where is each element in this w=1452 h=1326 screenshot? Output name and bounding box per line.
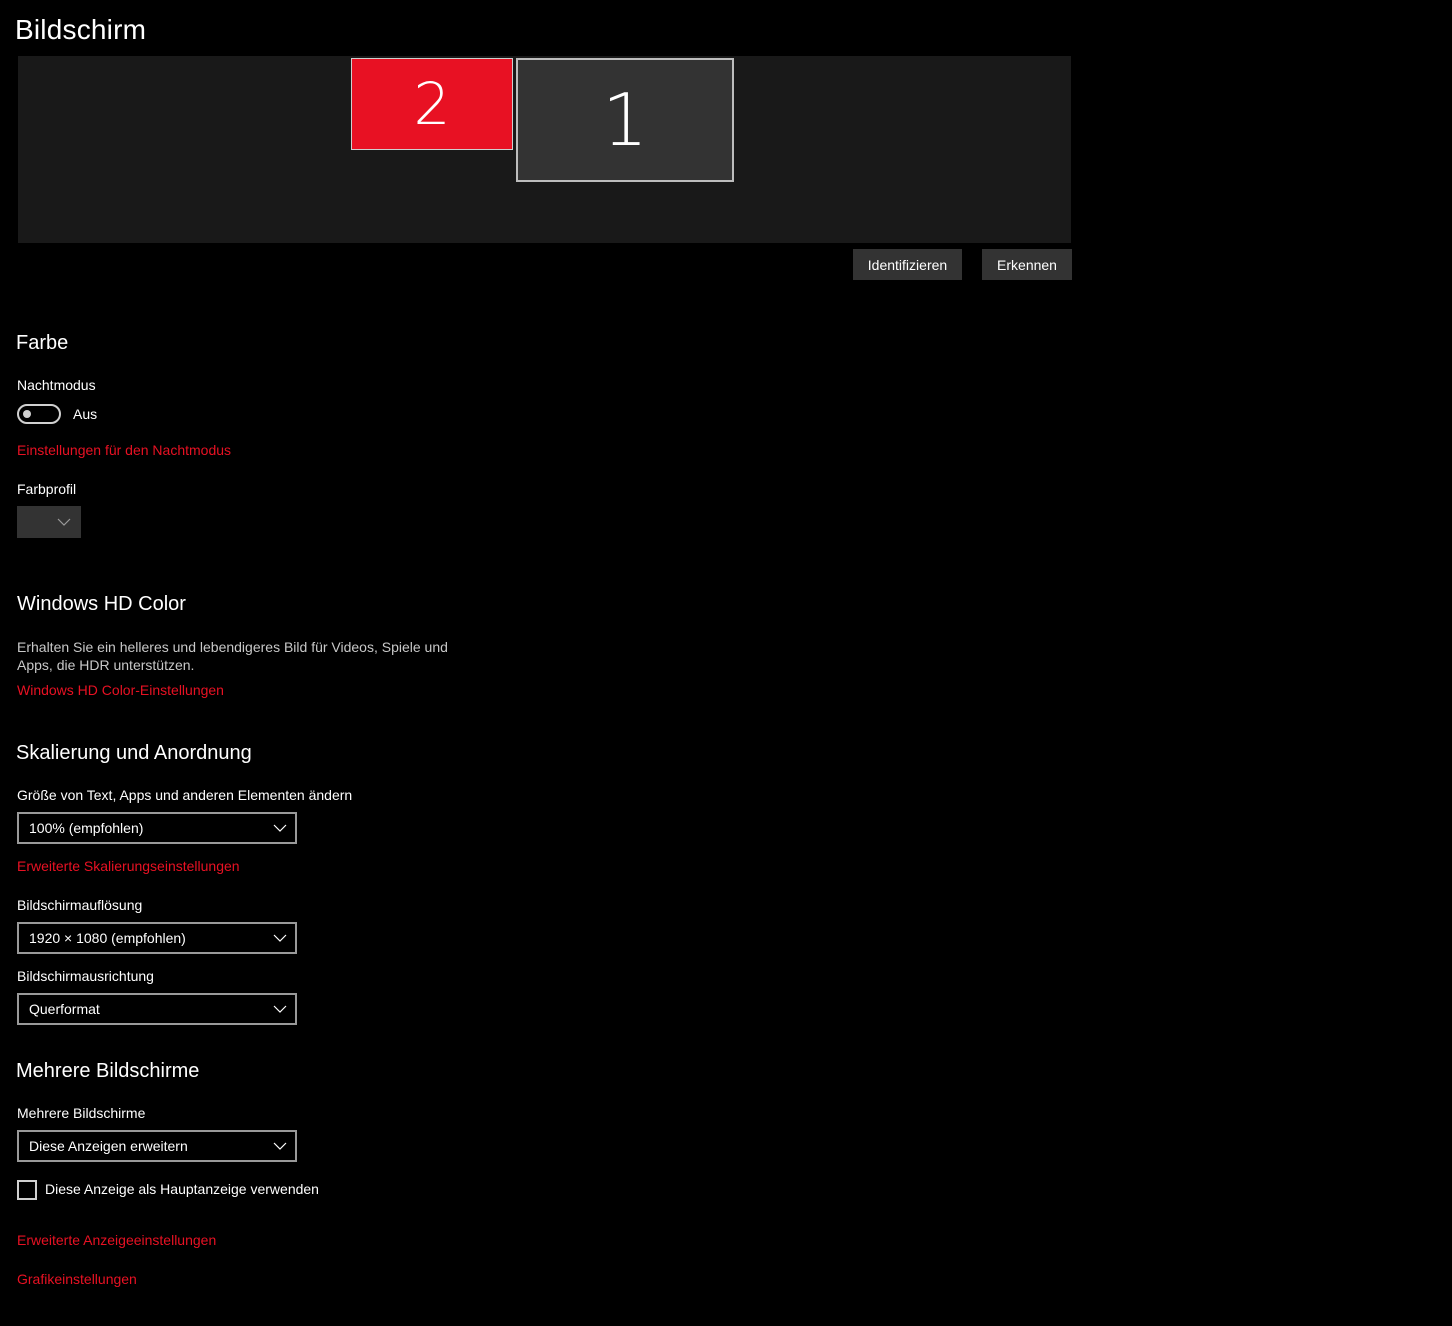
chevron-down-icon (273, 1142, 287, 1150)
main-display-checkbox-label[interactable]: Diese Anzeige als Hauptanzeige verwenden (45, 1181, 319, 1197)
graphics-settings-link[interactable]: Grafikeinstellungen (17, 1271, 137, 1287)
multiple-displays-section-title: Mehrere Bildschirme (16, 1060, 200, 1082)
monitor-2-number: 2 (413, 70, 451, 138)
color-section-title: Farbe (16, 332, 69, 354)
color-profile-dropdown[interactable] (17, 506, 81, 538)
hd-color-settings-link[interactable]: Windows HD Color-Einstellungen (17, 682, 224, 698)
color-profile-label: Farbprofil (17, 481, 77, 497)
hd-color-description: Erhalten Sie ein helleres und lebendiger… (17, 639, 448, 673)
identify-button[interactable]: Identifizieren (853, 249, 962, 280)
hd-color-section-title: Windows HD Color (17, 593, 186, 615)
night-mode-settings-link[interactable]: Einstellungen für den Nachtmodus (17, 442, 231, 458)
resolution-value: 1920 × 1080 (empfohlen) (29, 930, 186, 946)
multiple-displays-value: Diese Anzeigen erweitern (29, 1138, 188, 1154)
chevron-down-icon (57, 518, 71, 526)
scale-size-value: 100% (empfohlen) (29, 820, 144, 836)
scale-size-dropdown[interactable]: 100% (empfohlen) (17, 812, 297, 844)
monitor-2-tile[interactable]: 2 (351, 58, 513, 150)
display-settings-page: Bildschirm 2 1 Identifizieren Erkennen F… (0, 0, 1452, 1326)
detect-button[interactable]: Erkennen (982, 249, 1072, 280)
advanced-scaling-link[interactable]: Erweiterte Skalierungseinstellungen (17, 858, 240, 874)
night-mode-state: Aus (73, 406, 98, 422)
monitor-1-tile[interactable]: 1 (516, 58, 734, 182)
page-title: Bildschirm (15, 14, 147, 45)
multiple-displays-dropdown[interactable]: Diese Anzeigen erweitern (17, 1130, 297, 1162)
chevron-down-icon (273, 824, 287, 832)
orientation-value: Querformat (29, 1001, 100, 1017)
scaling-section-title: Skalierung und Anordnung (16, 742, 252, 764)
night-mode-label: Nachtmodus (17, 377, 96, 393)
chevron-down-icon (273, 934, 287, 942)
scale-size-label: Größe von Text, Apps und anderen Element… (17, 787, 353, 803)
resolution-dropdown[interactable]: 1920 × 1080 (empfohlen) (17, 922, 297, 954)
toggle-knob (23, 410, 31, 418)
night-mode-toggle[interactable] (17, 404, 61, 424)
main-display-checkbox[interactable] (17, 1180, 37, 1200)
advanced-display-settings-link[interactable]: Erweiterte Anzeigeeinstellungen (17, 1232, 216, 1248)
resolution-label: Bildschirmauflösung (17, 897, 143, 913)
chevron-down-icon (273, 1005, 287, 1013)
multiple-displays-label: Mehrere Bildschirme (17, 1105, 146, 1121)
orientation-label: Bildschirmausrichtung (17, 968, 154, 984)
monitor-1-number: 1 (602, 78, 648, 162)
orientation-dropdown[interactable]: Querformat (17, 993, 297, 1025)
